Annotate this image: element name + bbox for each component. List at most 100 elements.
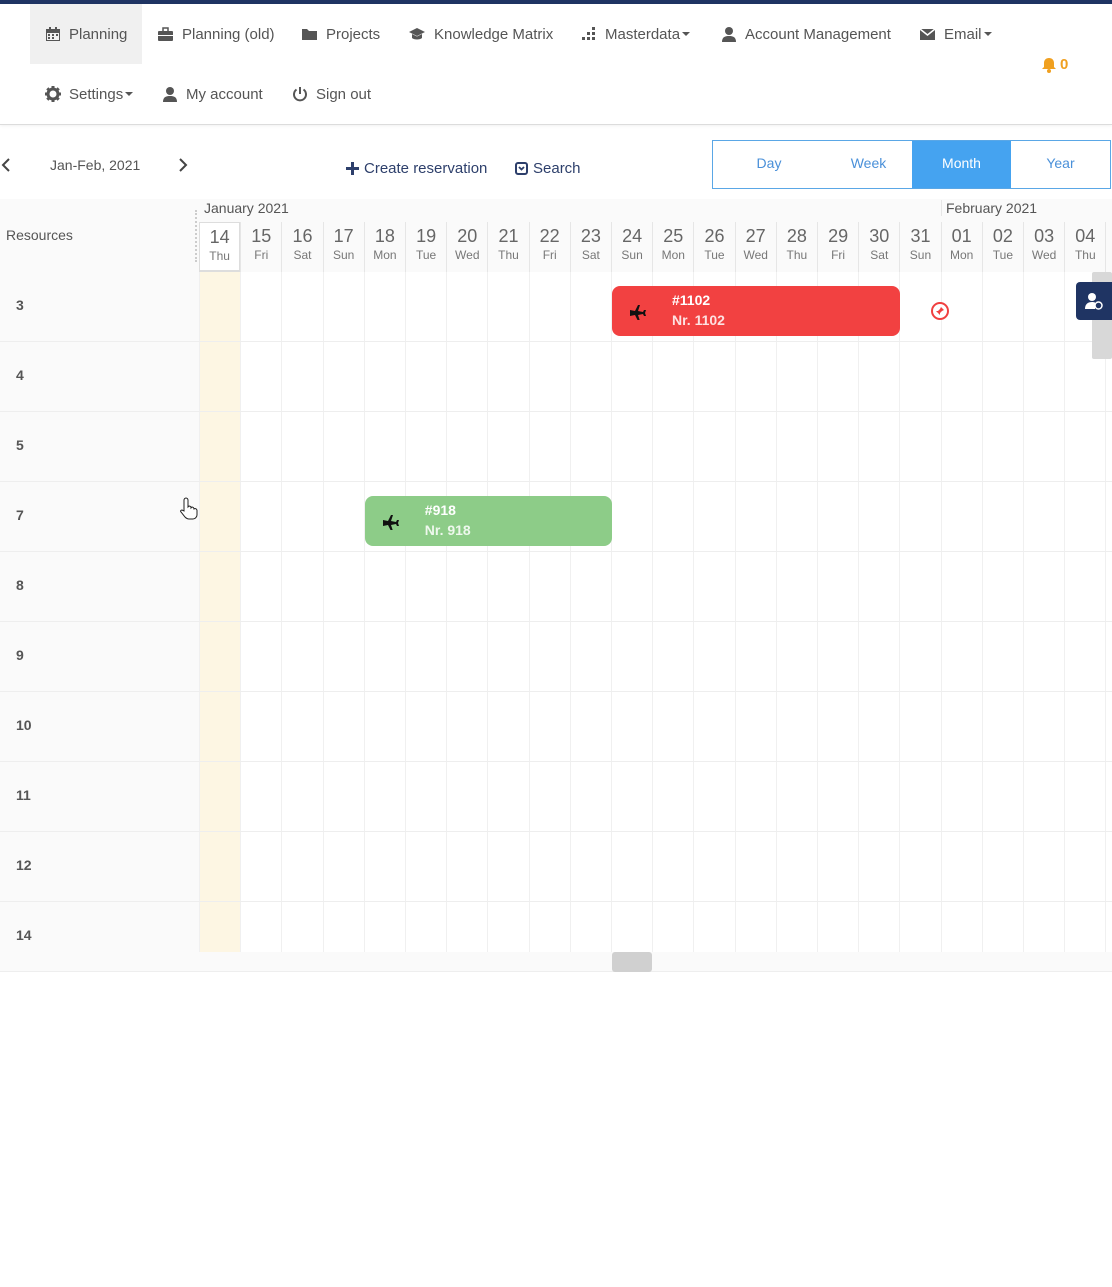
column-resize-handle[interactable] <box>195 210 198 262</box>
day-number: 22 <box>539 226 560 246</box>
next-period-icon[interactable] <box>176 155 192 175</box>
day-column-header: 22 Fri <box>528 222 570 272</box>
search-label: Search <box>533 160 581 177</box>
day-number: 15 <box>251 226 272 246</box>
day-number: 30 <box>869 226 890 246</box>
grid-column <box>240 272 242 952</box>
day-name: Fri <box>254 248 269 262</box>
hand-cursor-icon <box>180 497 198 520</box>
day-column-header: 04 Thu <box>1064 222 1105 272</box>
resource-label[interactable]: 3 <box>16 297 24 313</box>
day-name: Thu <box>209 249 230 263</box>
user-settings-icon <box>1085 293 1103 310</box>
day-name: Wed <box>1031 248 1057 262</box>
today-column-highlight <box>199 272 240 952</box>
day-name: Fri <box>542 248 557 262</box>
reservation-event[interactable]: #918 Nr. 918 <box>364 496 612 546</box>
event-title: #918 <box>424 502 456 518</box>
pin-icon[interactable] <box>931 302 949 320</box>
day-name: Tue <box>415 248 437 262</box>
day-column-header: 25 Mon <box>652 222 693 272</box>
prev-period-icon[interactable] <box>0 155 16 175</box>
resource-label[interactable]: 11 <box>16 787 31 803</box>
day-number: 21 <box>498 226 519 246</box>
grid-column <box>1064 272 1066 952</box>
notifications[interactable]: 0 <box>1042 56 1068 73</box>
airplane-icon <box>630 305 646 320</box>
nav-knowledge-matrix[interactable]: Knowledge Matrix <box>393 4 568 64</box>
resource-label[interactable]: 8 <box>16 577 24 593</box>
day-name: Mon <box>373 248 397 262</box>
day-column-header: 0F <box>1105 222 1112 272</box>
resource-label[interactable]: 7 <box>16 507 24 523</box>
grid-column <box>981 272 983 952</box>
day-column-header: 30 Sat <box>858 222 899 272</box>
resource-label[interactable]: 4 <box>16 367 24 383</box>
create-reservation-button[interactable]: Create reservation <box>346 160 487 177</box>
day-number: 29 <box>828 226 849 246</box>
grid-column <box>899 272 901 952</box>
day-name: Thu <box>1074 248 1096 262</box>
grid-column <box>817 272 818 952</box>
resource-label[interactable]: 10 <box>16 717 32 733</box>
nav-planning-old[interactable]: Planning (old) <box>142 4 290 64</box>
day-number: 16 <box>292 226 313 246</box>
grid-column <box>734 272 736 952</box>
nav-masterdata[interactable]: Masterdata <box>566 4 705 64</box>
search-button[interactable]: Search <box>515 160 581 177</box>
reservation-event[interactable]: #1102 Nr. 1102 <box>612 286 901 336</box>
days-header: 14 Thu 15 Fri 16 Sat 17 Sun 18 Mon 19 Tue 20 Wed 21 Thu… <box>199 199 1112 272</box>
day-number: 20 <box>457 226 478 246</box>
folder-icon <box>302 29 317 40</box>
nav-settings-label: Settings <box>69 85 124 103</box>
day-column-header: 18 Mon <box>363 222 405 272</box>
grid-column <box>775 272 777 952</box>
row-divider <box>0 621 1112 622</box>
resource-label[interactable]: 14 <box>16 927 32 943</box>
nav-settings[interactable]: Settings <box>30 64 148 124</box>
day-name: Tue <box>992 248 1013 262</box>
day-name: Sat <box>581 248 600 262</box>
horizontal-scrollbar[interactable] <box>612 952 652 972</box>
nav-my-account[interactable]: My account <box>147 64 278 124</box>
resource-label[interactable]: 12 <box>16 857 32 873</box>
row-divider <box>0 831 1112 832</box>
day-column-header: 19 Tue <box>405 222 446 272</box>
row-divider <box>0 971 1112 972</box>
day-number: 26 <box>704 226 725 246</box>
day-name: Wed <box>743 248 768 262</box>
day-column-header: 01 Mon <box>940 222 982 272</box>
day-column-header: 29 Fri <box>817 222 858 272</box>
day-number: 0 <box>1106 226 1112 247</box>
day-number: 24 <box>622 226 643 246</box>
view-week-button[interactable]: Week <box>825 141 912 188</box>
view-switcher: Day Week Month Year <box>712 140 1111 189</box>
nav-account-management[interactable]: Account Management <box>706 4 906 64</box>
day-number: 28 <box>786 226 807 246</box>
bell-icon <box>1042 57 1056 73</box>
day-number: 02 <box>992 226 1013 246</box>
day-name: Sat <box>870 248 889 262</box>
grid-column <box>363 272 365 952</box>
resource-column <box>0 272 199 952</box>
view-year-button[interactable]: Year <box>1011 141 1110 188</box>
gear-icon <box>45 86 61 102</box>
view-day-button[interactable]: Day <box>713 141 825 188</box>
resource-panel-toggle[interactable] <box>1076 282 1112 320</box>
nav-projects[interactable]: Projects <box>286 4 395 64</box>
nav-sign-out[interactable]: Sign out <box>277 64 386 124</box>
view-month-button[interactable]: Month <box>912 141 1011 188</box>
nav-email[interactable]: Email <box>904 4 1007 64</box>
resource-label[interactable]: 5 <box>16 437 24 453</box>
notification-count: 0 <box>1060 56 1069 73</box>
nav-planning-old-label: Planning (old) <box>182 25 275 43</box>
day-name: Fri <box>831 248 846 262</box>
day-column-header: 16 Sat <box>281 222 322 272</box>
graduation-cap-icon <box>409 28 425 40</box>
day-column-header: 26 Tue <box>693 222 734 272</box>
nav-planning[interactable]: Planning <box>30 4 143 64</box>
resource-label[interactable]: 9 <box>16 647 24 663</box>
nav-email-label: Email <box>944 25 982 43</box>
caret-down-icon <box>125 92 134 96</box>
grid-column <box>487 272 489 952</box>
